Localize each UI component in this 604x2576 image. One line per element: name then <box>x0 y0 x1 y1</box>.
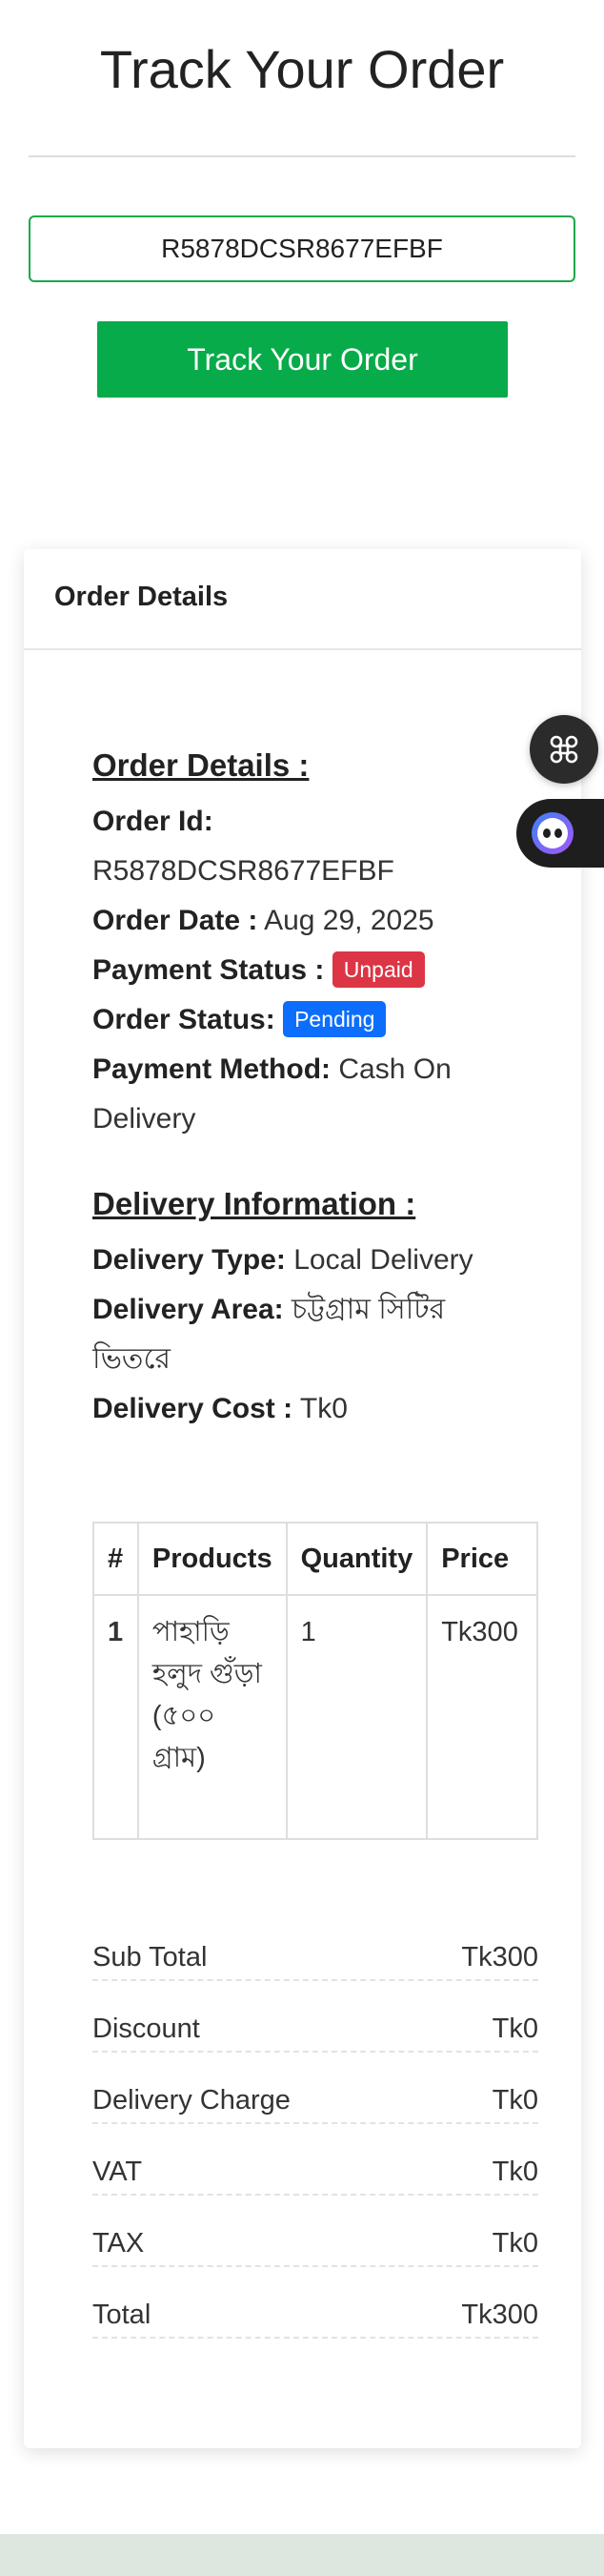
card-header: Order Details <box>24 549 581 650</box>
summary-label: Total <box>92 2300 151 2330</box>
col-header-quantity: Quantity <box>285 1522 429 1596</box>
delivery-type-row: Delivery Type: Local Delivery <box>92 1236 473 1285</box>
summary-row-subtotal: Sub Total Tk300 <box>92 1926 538 1981</box>
summary-value: Tk0 <box>492 2157 538 2187</box>
title-divider <box>29 155 575 157</box>
command-grid-button[interactable] <box>530 715 598 784</box>
table-row: 1 পাহাড়ি হলুদ গুঁড়া (৫০০ গ্রাম) 1 Tk30… <box>92 1594 538 1840</box>
summary-row-total: Total Tk300 <box>92 2283 538 2339</box>
summary-value: Tk0 <box>492 2228 538 2259</box>
chatbot-icon <box>532 812 574 854</box>
summary-value: Tk300 <box>461 1942 538 1973</box>
summary-row-vat: VAT Tk0 <box>92 2140 538 2196</box>
summary-row-discount: Discount Tk0 <box>92 1997 538 2053</box>
delivery-cost-row: Delivery Cost : Tk0 <box>92 1384 348 1434</box>
order-id-label: Order Id: <box>92 806 213 837</box>
payment-method-row: Payment Method: Cash On Delivery <box>92 1045 502 1144</box>
summary-value: Tk0 <box>492 2014 538 2044</box>
payment-status-row: Payment Status : Unpaid <box>92 946 425 995</box>
order-status-label: Order Status: <box>92 1004 275 1035</box>
order-date-value: Aug 29, 2025 <box>264 905 434 936</box>
products-table: # Products Quantity Price 1 পাহাড়ি হলুদ… <box>92 1522 538 1840</box>
row-quantity: 1 <box>285 1594 429 1840</box>
summary-row-tax: TAX Tk0 <box>92 2212 538 2267</box>
command-grid-icon <box>550 735 578 764</box>
payment-status-badge: Unpaid <box>332 951 425 989</box>
table-header-row: # Products Quantity Price <box>92 1522 538 1596</box>
order-id-value: R5878DCSR8677EFBF <box>92 855 394 887</box>
order-id-input[interactable] <box>29 215 575 282</box>
row-price: Tk300 <box>426 1594 538 1840</box>
order-details-card: Order Details Order Details : Order Id: … <box>24 549 581 2448</box>
chat-assistant-button[interactable] <box>516 799 604 868</box>
delivery-info-heading: Delivery Information : <box>92 1186 416 1221</box>
delivery-area-row: Delivery Area: চট্টগ্রাম সিটির ভিতরে <box>92 1285 493 1384</box>
track-order-button[interactable]: Track Your Order <box>97 321 508 398</box>
payment-method-label: Payment Method: <box>92 1053 332 1085</box>
delivery-cost-value: Tk0 <box>299 1393 348 1424</box>
delivery-cost-label: Delivery Cost : <box>92 1393 293 1424</box>
summary-label: Sub Total <box>92 1942 208 1973</box>
col-header-index: # <box>92 1522 139 1596</box>
card-header-title: Order Details <box>54 582 229 612</box>
order-status-row: Order Status: Pending <box>92 995 387 1045</box>
row-product: পাহাড়ি হলুদ গুঁড়া (৫০০ গ্রাম) <box>136 1594 288 1840</box>
summary-row-delivery-charge: Delivery Charge Tk0 <box>92 2069 538 2124</box>
order-date-row: Order Date : Aug 29, 2025 <box>92 896 434 946</box>
order-status-badge: Pending <box>283 1001 387 1038</box>
summary-label: Discount <box>92 2014 200 2044</box>
order-details-heading: Order Details : <box>92 747 310 783</box>
col-header-products: Products <box>136 1522 288 1596</box>
payment-status-label: Payment Status : <box>92 954 325 986</box>
order-date-label: Order Date : <box>92 905 258 936</box>
summary-value: Tk0 <box>492 2085 538 2116</box>
summary-label: Delivery Charge <box>92 2085 291 2116</box>
summary-value: Tk300 <box>461 2300 538 2330</box>
delivery-type-value: Local Delivery <box>293 1244 473 1276</box>
col-header-price: Price <box>426 1522 538 1596</box>
delivery-area-label: Delivery Area: <box>92 1294 284 1325</box>
row-index: 1 <box>92 1594 139 1840</box>
summary-label: VAT <box>92 2157 143 2187</box>
summary-label: TAX <box>92 2228 145 2259</box>
card-body: Order Details : Order Id: R5878DCSR8677E… <box>92 747 538 2435</box>
page-title: Track Your Order <box>99 39 505 99</box>
delivery-type-label: Delivery Type: <box>92 1244 286 1276</box>
footer-band <box>0 2534 604 2576</box>
